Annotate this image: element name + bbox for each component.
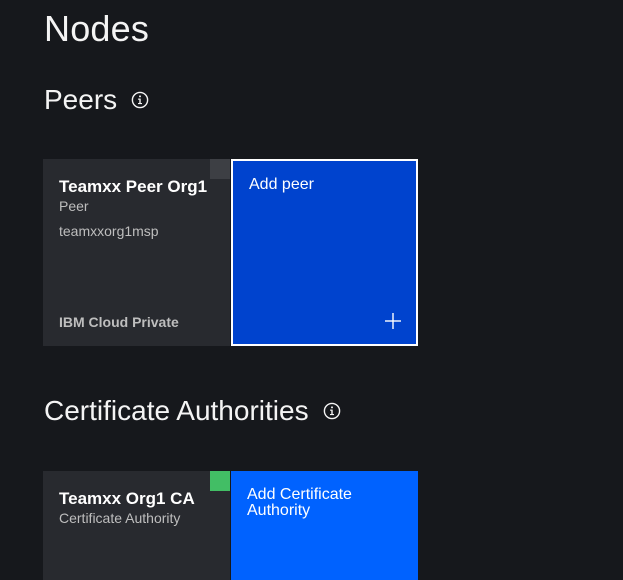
add-ca-label: Add Certificate Authority [247,486,352,519]
info-icon[interactable] [323,402,341,420]
ca-heading: Certificate Authorities [44,395,309,426]
page-title: Nodes [44,8,150,49]
peers-heading: Peers [44,84,118,115]
peer-status-indicator [210,159,230,179]
ca-section-heading: Certificate Authorities [44,395,341,427]
plus-icon [384,312,402,330]
nodes-page: Nodes Peers Teamxx Peer Org1 Peer teamxx… [0,0,623,580]
ca-node-name: Teamxx Org1 CA [59,489,195,508]
add-peer-button[interactable]: Add peer [231,159,418,346]
peers-section-heading: Peers [44,84,149,116]
add-certificate-authority-button[interactable]: Add Certificate Authority [231,471,418,580]
peer-node-name: Teamxx Peer Org1 [59,177,208,196]
peer-node-location: IBM Cloud Private [59,314,179,330]
peer-node-msp: teamxxorg1msp [59,223,159,239]
peer-node-tile[interactable]: Teamxx Peer Org1 Peer teamxxorg1msp IBM … [43,159,230,346]
ca-node-type: Certificate Authority [59,510,181,526]
ca-node-tile[interactable]: Teamxx Org1 CA Certificate Authority [43,471,230,580]
add-peer-label: Add peer [249,176,314,193]
ca-status-indicator [210,471,230,491]
peer-node-type: Peer [59,198,89,214]
info-icon[interactable] [131,91,149,109]
